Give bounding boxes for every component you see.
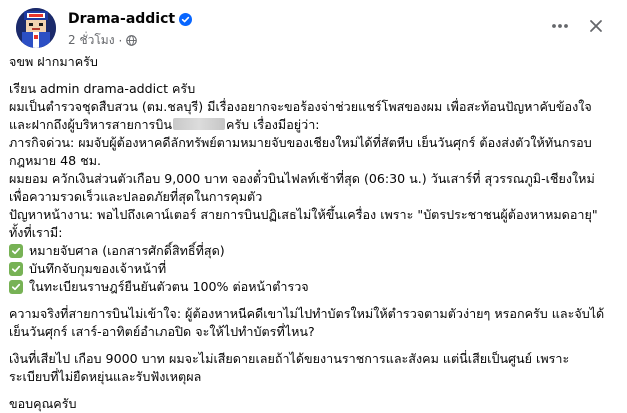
body-line: เพื่อความรวดเร็วและปลอดภัยที่สุดในการคุม…	[9, 189, 263, 204]
check-mark-icon	[9, 244, 23, 258]
body-text: ครับ เรื่องมีอยู่ว่า:	[225, 117, 320, 132]
page-name-label[interactable]: Drama-addict	[68, 11, 175, 27]
body-line: ระเบียบที่ไม่ยืดหยุ่นและรับฟังเหตุผล	[9, 369, 202, 384]
more-options-icon[interactable]	[548, 14, 572, 38]
list-item: หมายจับศาล (เอกสารศักดิ์สิทธิ์ที่สุด)	[9, 242, 621, 260]
post-timestamp[interactable]: 2 ชั่วโมง	[68, 31, 115, 50]
list-item-text: ในทะเบียนราษฎร์ยืนยันตัวตน 100% ต่อหน้าต…	[29, 279, 309, 294]
close-icon[interactable]	[584, 14, 608, 38]
body-line: ปัญหาหน้างาน: พอไปถึงเคาน์เตอร์ สายการบิ…	[9, 207, 598, 222]
body-line: และฝากถึงผู้บริหารสายการบิน ครับ เรื่องมี…	[9, 116, 621, 134]
page-name[interactable]: Drama-addict	[68, 11, 193, 27]
redacted-text	[172, 118, 225, 130]
check-mark-icon	[9, 280, 23, 294]
list-item-text: บันทึกจับกุมของเจ้าหน้าที่	[29, 261, 167, 276]
body-line: ผมเป็นตำรวจชุดสืบสวน (ตม.ชลบุรี) มีเรื่อ…	[9, 99, 592, 114]
body-text: และฝากถึงผู้บริหารสายการบิน	[9, 117, 172, 132]
body-line: ความจริงที่สายการบินไม่เข้าใจ: ผู้ต้องหา…	[9, 306, 605, 321]
globe-icon[interactable]	[126, 35, 138, 46]
closing-line: ขอบคุณครับ	[9, 396, 77, 411]
body-line: ทั้งที่เรามี:	[9, 225, 63, 240]
page-avatar[interactable]	[16, 8, 56, 48]
post-header: Drama-addict 2 ชั่วโมง ·	[16, 8, 616, 48]
list-item: ในทะเบียนราษฎร์ยืนยันตัวตน 100% ต่อหน้าต…	[9, 278, 621, 296]
list-item-text: หมายจับศาล (เอกสารศักดิ์สิทธิ์ที่สุด)	[29, 243, 225, 258]
meta-separator: ·	[118, 33, 123, 48]
post-intro: จขพ ฝากมาครับ	[9, 54, 98, 69]
body-line: เงินที่เสียไป เกือบ 9000 บาท ผมจะไม่เสีย…	[9, 351, 570, 366]
verified-badge-icon	[179, 12, 193, 26]
post-meta: 2 ชั่วโมง ·	[68, 31, 138, 50]
body-line: ภารกิจด่วน: ผมจับผู้ต้องหาคดีลักทรัพย์ตา…	[9, 135, 592, 150]
post-body: จขพ ฝากมาครับ เรียน admin drama-addict ค…	[9, 53, 621, 413]
body-line: ผมยอม ควักเงินส่วนตัวเกือบ 9,000 บาท จอง…	[9, 171, 595, 186]
list-item: บันทึกจับกุมของเจ้าหน้าที่	[9, 260, 621, 278]
body-line: กฎหมาย 48 ชม.	[9, 153, 102, 168]
body-line: เย็นวันศุกร์ เสาร์-อาทิตย์อำเภอปิด จะให้…	[9, 324, 315, 339]
check-mark-icon	[9, 262, 23, 276]
salutation: เรียน admin drama-addict ครับ	[9, 81, 196, 96]
